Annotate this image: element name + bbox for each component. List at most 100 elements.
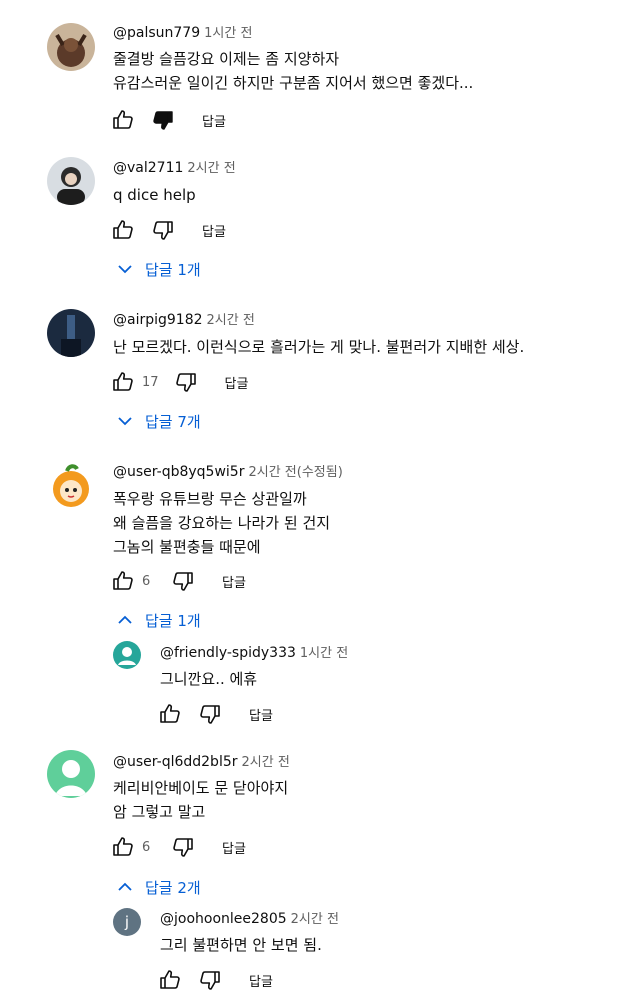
reply-button[interactable]: 답글 [202, 111, 226, 130]
author-name[interactable]: @friendly-spidy333 [160, 645, 296, 661]
timestamp[interactable]: 1시간 전 [300, 646, 348, 661]
replies-toggle-label: 답글 2개 [145, 878, 201, 897]
like-button[interactable] [110, 370, 136, 394]
thumb-down-icon [151, 108, 175, 132]
thumb-down-icon [198, 968, 222, 992]
comment-header: @val2711 2시간 전 [113, 159, 236, 178]
replies-toggle[interactable]: 답글 1개 [117, 608, 201, 632]
comment-line: 난 모르겠다. 이런식으로 흘러가는 게 맞나. 불편러가 지배한 세상. [113, 338, 525, 356]
thumb-down-icon [198, 702, 222, 726]
chevron-up-icon [118, 615, 132, 624]
thumb-up-icon [158, 702, 182, 726]
dislike-button[interactable] [170, 835, 196, 859]
replies-toggle[interactable]: 답글 1개 [117, 257, 201, 281]
author-name[interactable]: @user-ql6dd2bl5r [113, 754, 238, 770]
thumb-down-icon [151, 218, 175, 242]
thumb-up-icon [111, 370, 135, 394]
comment-line: 폭우랑 유튜브랑 무슨 상관일까 [113, 490, 307, 508]
comment-text: 케리비안베이도 문 닫아야지암 그렇고 말고 [113, 776, 288, 824]
timestamp[interactable]: 1시간 전 [204, 26, 252, 41]
comment-header: @airpig9182 2시간 전 [113, 311, 255, 330]
comment-text: 폭우랑 유튜브랑 무슨 상관일까왜 슬픔을 강요하는 나라가 된 건지그놈의 불… [113, 487, 330, 559]
comment-actions: 6 답글 [110, 835, 246, 859]
comment-header: @friendly-spidy333 1시간 전 [160, 644, 348, 663]
like-button[interactable] [110, 569, 136, 593]
dislike-button[interactable] [170, 569, 196, 593]
comment-actions: 6 답글 [110, 569, 246, 593]
author-name[interactable]: @palsun779 [113, 25, 200, 41]
comment-header: @user-ql6dd2bl5r 2시간 전 [113, 753, 290, 772]
comment-line: 유감스러운 일이긴 하지만 구분좀 지어서 했으면 좋겠다... [113, 74, 474, 92]
dislike-button[interactable] [197, 968, 223, 992]
replies-toggle-label: 답글 1개 [145, 611, 201, 630]
comment-actions: 답글 [157, 968, 273, 992]
like-button[interactable] [110, 108, 136, 132]
comment-line: 그놈의 불편충들 때문에 [113, 538, 261, 556]
comment-text: 그니깐요.. 에휴 [160, 667, 257, 691]
author-name[interactable]: @airpig9182 [113, 312, 203, 328]
like-button[interactable] [157, 702, 183, 726]
comment-line: q dice help [113, 186, 196, 204]
dislike-button[interactable] [150, 218, 176, 242]
comment-header: @user-qb8yq5wi5r 2시간 전(수정됨) [113, 463, 343, 482]
thumb-up-icon [111, 835, 135, 859]
avatar[interactable] [47, 750, 95, 798]
author-name[interactable]: @joohoonlee2805 [160, 911, 287, 927]
comment-actions: 답글 [110, 218, 226, 242]
dislike-button[interactable] [173, 370, 199, 394]
comment-line: 암 그렇고 말고 [113, 803, 206, 821]
reply-button[interactable]: 답글 [249, 705, 273, 724]
replies-toggle-label: 답글 7개 [145, 412, 201, 431]
chevron-down-icon [118, 417, 132, 426]
timestamp[interactable]: 2시간 전 [242, 755, 290, 770]
replies-toggle[interactable]: 답글 2개 [117, 875, 201, 899]
like-count: 17 [142, 374, 159, 390]
thumb-down-icon [171, 835, 195, 859]
dislike-button[interactable] [197, 702, 223, 726]
timestamp[interactable]: 2시간 전 [187, 161, 235, 176]
comment-line: 그니깐요.. 에휴 [160, 670, 258, 688]
comment-header: @joohoonlee2805 2시간 전 [160, 910, 339, 929]
timestamp[interactable]: 2시간 전 [207, 313, 255, 328]
reply-button[interactable]: 답글 [249, 971, 273, 990]
reply-button[interactable]: 답글 [222, 572, 246, 591]
comment-line: 줄결방 슬픔강요 이제는 좀 지양하자 [113, 50, 340, 68]
avatar[interactable] [47, 157, 95, 205]
thumb-down-icon [171, 569, 195, 593]
avatar[interactable] [47, 461, 95, 509]
author-name[interactable]: @user-qb8yq5wi5r [113, 464, 244, 480]
thumb-up-icon [111, 108, 135, 132]
like-button[interactable] [157, 968, 183, 992]
replies-toggle[interactable]: 답글 7개 [117, 409, 201, 433]
timestamp[interactable]: 2시간 전(수정됨) [248, 465, 342, 480]
avatar[interactable]: j [113, 908, 141, 936]
like-button[interactable] [110, 835, 136, 859]
comment-line: 그리 불편하면 안 보면 됨. [160, 936, 322, 954]
like-count: 6 [142, 573, 151, 589]
dislike-button[interactable] [150, 108, 176, 132]
comment-text: 그리 불편하면 안 보면 됨. [160, 933, 322, 957]
like-count: 6 [142, 839, 151, 855]
avatar[interactable] [47, 309, 95, 357]
comment-line: 왜 슬픔을 강요하는 나라가 된 건지 [113, 514, 331, 532]
replies-toggle-label: 답글 1개 [145, 260, 201, 279]
comment-line: 케리비안베이도 문 닫아야지 [113, 779, 289, 797]
thumb-up-icon [111, 569, 135, 593]
avatar[interactable] [47, 23, 95, 71]
author-name[interactable]: @val2711 [113, 160, 183, 176]
like-button[interactable] [110, 218, 136, 242]
thumb-up-icon [111, 218, 135, 242]
comment-actions: 답글 [110, 108, 226, 132]
comment-text: 난 모르겠다. 이런식으로 흘러가는 게 맞나. 불편러가 지배한 세상. [113, 335, 524, 359]
comment-header: @palsun779 1시간 전 [113, 24, 252, 43]
timestamp[interactable]: 2시간 전 [291, 912, 339, 927]
reply-button[interactable]: 답글 [225, 373, 249, 392]
avatar-letter: j [124, 913, 130, 931]
chevron-down-icon [118, 265, 132, 274]
comment-actions: 답글 [157, 702, 273, 726]
reply-button[interactable]: 답글 [222, 838, 246, 857]
chevron-up-icon [118, 882, 132, 891]
thumb-down-icon [174, 370, 198, 394]
reply-button[interactable]: 답글 [202, 221, 226, 240]
avatar[interactable] [113, 641, 141, 669]
